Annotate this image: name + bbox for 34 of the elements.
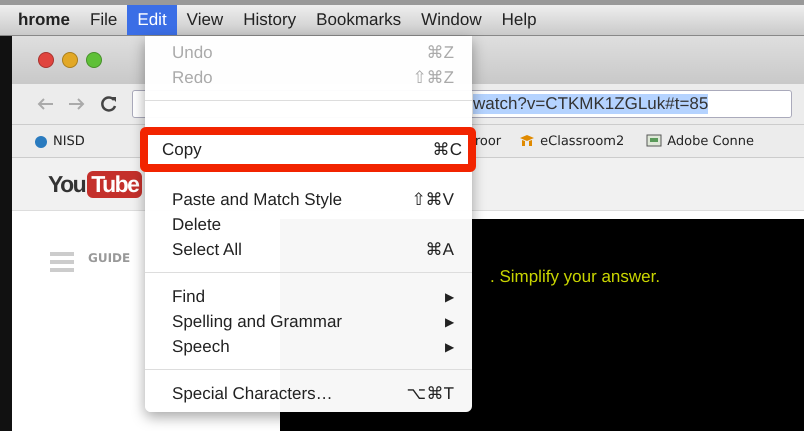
submenu-arrow-icon: ▶ — [445, 340, 454, 354]
reload-icon[interactable] — [100, 95, 118, 113]
menu-bar-item[interactable]: Edit — [127, 5, 177, 35]
board-icon — [646, 134, 662, 148]
shortcut-label: ⌘A — [426, 239, 454, 260]
close-button[interactable] — [38, 52, 54, 68]
menu-bar-item[interactable]: History — [233, 5, 306, 35]
shortcut-label: ⇧⌘V — [412, 189, 454, 210]
bookmark-link[interactable]: NISD — [53, 134, 85, 148]
zoom-button[interactable] — [86, 52, 102, 68]
menu-item[interactable]: Copy ⌘C — [148, 137, 468, 162]
submenu-arrow-icon: ▶ — [445, 314, 454, 328]
menu-item[interactable]: Paste and Match Style ⇧⌘V — [145, 187, 472, 212]
shortcut-label: ⌘Z — [426, 42, 454, 63]
mortarboard-icon — [519, 134, 536, 148]
bookmark-link[interactable]: roor — [474, 134, 502, 148]
shortcut-label: ⌘C — [432, 139, 462, 160]
menu-icon[interactable] — [50, 251, 74, 273]
menu-bar-item[interactable]: View — [176, 5, 234, 35]
menu-bar-item[interactable]: File — [80, 5, 128, 35]
back-icon[interactable] — [36, 97, 54, 111]
bookmark-link[interactable]: eClassroom2 — [540, 134, 624, 148]
menu-bar-item[interactable]: Window — [411, 5, 492, 35]
bookmark-link[interactable]: Adobe Conne — [667, 134, 754, 148]
shortcut-label: ⌥⌘T — [406, 383, 454, 404]
forward-icon[interactable] — [68, 97, 86, 111]
menu-bar-item[interactable]: hrome — [8, 5, 80, 35]
submenu-arrow-icon: ▶ — [445, 290, 454, 304]
drop-icon — [34, 134, 48, 148]
minimize-button[interactable] — [62, 52, 78, 68]
shortcut-label: ⇧⌘Z — [412, 67, 454, 88]
menu-bar-item[interactable]: Bookmarks — [306, 5, 412, 35]
video-caption: . Simplify your answer. — [490, 267, 660, 286]
menu-bar-item[interactable]: Help — [492, 5, 547, 35]
